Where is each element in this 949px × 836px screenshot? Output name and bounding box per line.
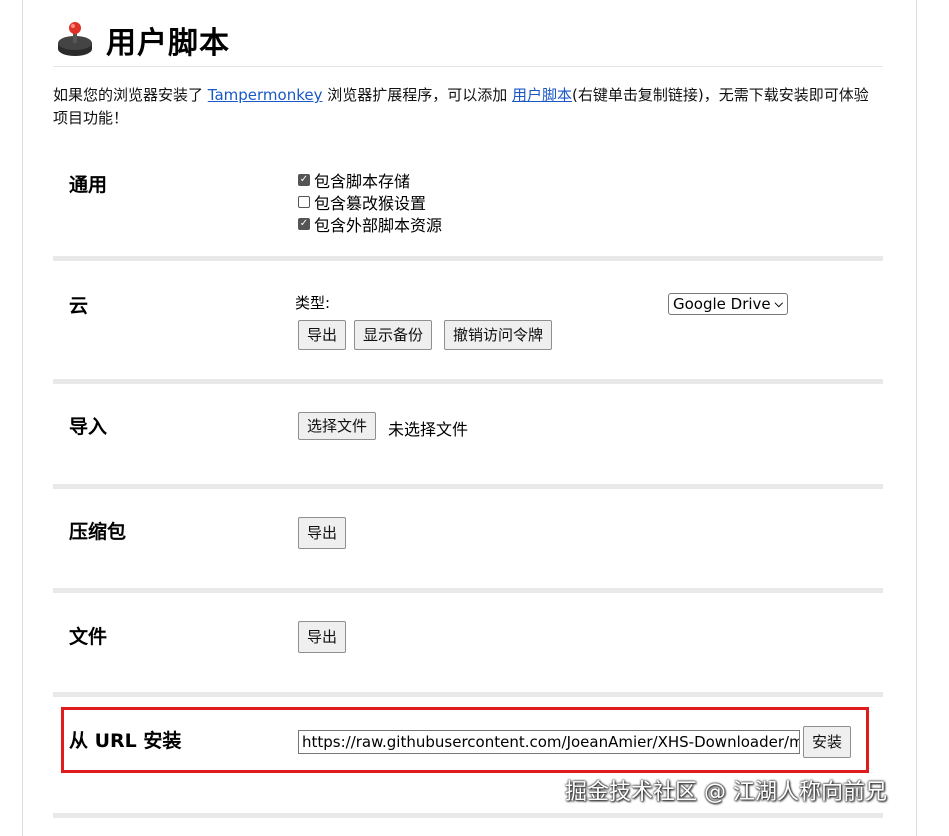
no-file-text: 未选择文件 xyxy=(388,420,469,439)
option-include-tampermonkey-settings[interactable]: 包含篡改猴设置 xyxy=(298,190,426,214)
option-label: 包含篡改猴设置 xyxy=(314,194,427,213)
cloud-type-selected: Google Drive xyxy=(673,295,771,313)
zip-export-button[interactable]: 导出 xyxy=(298,517,347,549)
highlight-box xyxy=(61,707,869,773)
file-export-button[interactable]: 导出 xyxy=(298,621,347,653)
userscript-link[interactable]: 用户脚本 xyxy=(512,86,572,104)
general-label: 通用 xyxy=(69,174,108,196)
choose-file-button[interactable]: 选择文件 xyxy=(298,412,377,440)
zip-section: 压缩包 导出 xyxy=(53,489,883,588)
cloud-label: 云 xyxy=(69,295,89,317)
chevron-down-icon: ⌵ xyxy=(774,297,783,310)
cloud-type-select[interactable]: Google Drive ⌵ xyxy=(668,293,788,315)
intro-text: 如果您的浏览器安装了 Tampermonkey 浏览器扩展程序，可以添加 用户脚… xyxy=(53,84,883,130)
joystick-icon xyxy=(58,22,92,56)
page-title: 用户脚本 xyxy=(106,26,230,61)
show-backup-button[interactable]: 显示备份 xyxy=(354,320,433,350)
checkbox-checked[interactable]: ✓ xyxy=(298,174,310,186)
option-label: 包含脚本存储 xyxy=(314,172,411,191)
revoke-token-button[interactable]: 撤销访问令牌 xyxy=(444,320,553,350)
page-header: 用户脚本 xyxy=(53,14,883,67)
import-section: 导入 选择文件 未选择文件 xyxy=(53,384,883,483)
file-section: 文件 导出 xyxy=(53,593,883,692)
file-label: 文件 xyxy=(69,626,108,648)
general-section: 通用 ✓ 包含脚本存储 包含篡改猴设置 ✓ 包含外部脚本资源 xyxy=(53,160,883,255)
intro-text-part: 浏览器扩展程序，可以添加 xyxy=(322,86,513,104)
cloud-type-label: 类型: xyxy=(295,294,331,312)
tampermonkey-link[interactable]: Tampermonkey xyxy=(208,86,323,104)
cloud-section: 云 类型: Google Drive ⌵ 导出 显示备份 撤销访问令牌 xyxy=(53,261,883,378)
import-label: 导入 xyxy=(69,416,108,438)
zip-label: 压缩包 xyxy=(69,521,127,543)
option-include-external-resources[interactable]: ✓ 包含外部脚本资源 xyxy=(298,212,442,236)
cloud-export-button[interactable]: 导出 xyxy=(298,320,347,350)
intro-text-part: 如果您的浏览器安装了 xyxy=(53,86,208,104)
option-include-script-storage[interactable]: ✓ 包含脚本存储 xyxy=(298,168,410,192)
checkbox-unchecked[interactable] xyxy=(298,196,310,208)
section-divider xyxy=(53,813,883,818)
option-label: 包含外部脚本资源 xyxy=(314,216,443,235)
checkbox-checked[interactable]: ✓ xyxy=(298,218,310,230)
watermark: 掘金技术社区 @ 江湖人称向前兄 xyxy=(565,780,887,805)
